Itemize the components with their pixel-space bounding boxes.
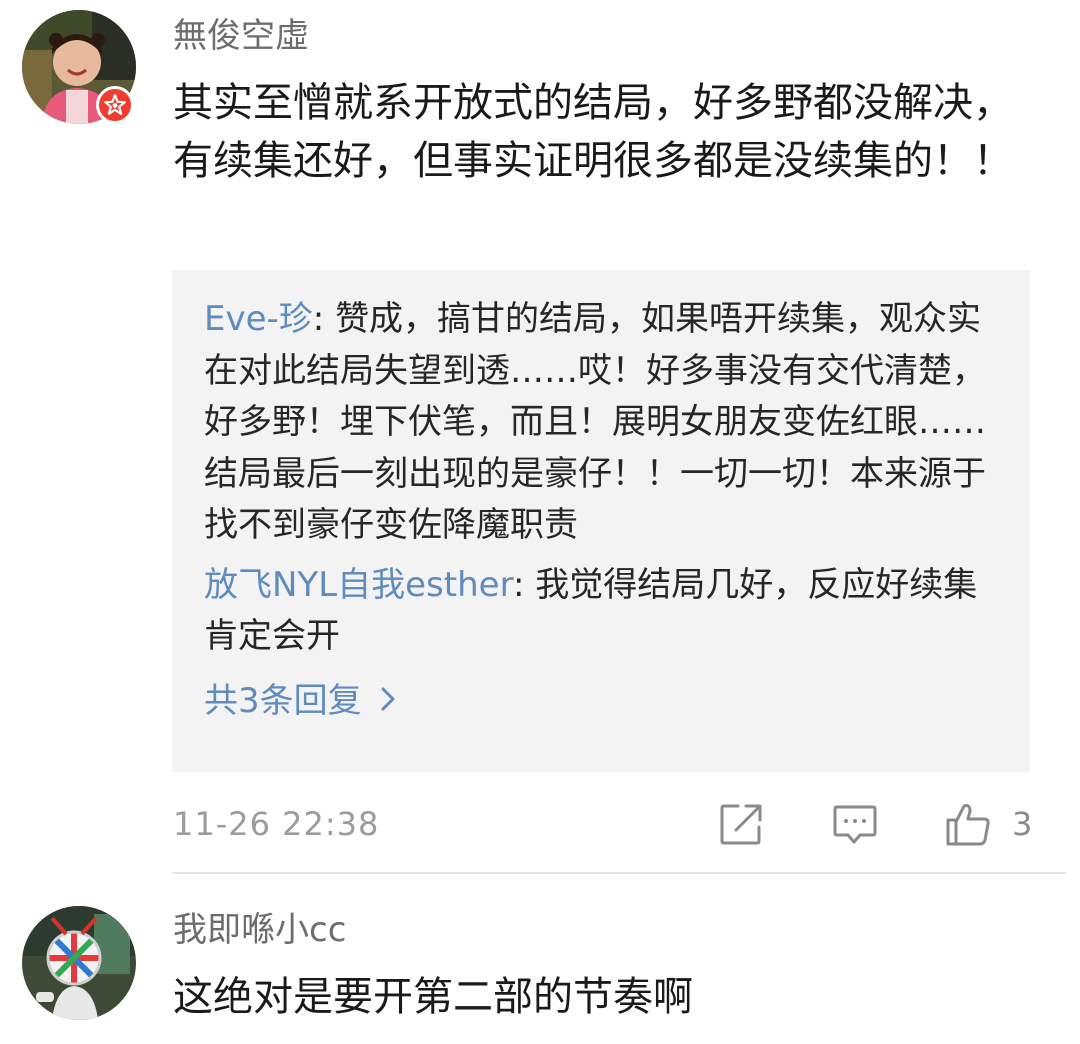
avatar-image: [22, 906, 136, 1020]
comment-text: 其实至憎就系开放式的结局，好多野都没解决，有续集还好，但事实证明很多都是没续集的…: [173, 80, 1013, 184]
share-icon: [720, 804, 762, 845]
vip-badge: [96, 86, 134, 124]
comment-item: 無俊空虛 其实至憎就系开放式的结局，好多野都没解决，有续集还好，但事实证明很多都…: [0, 0, 1080, 874]
reply-box[interactable]: Eve-珍: 赞成，搞甘的结局，如果唔开续集，观众实在对此结局失望到透……哎！好…: [172, 270, 1030, 772]
reply-separator: :: [312, 299, 336, 339]
comment-item: 我即喺小cc 这绝对是要开第二部的节奏啊: [0, 876, 1080, 1044]
reply-author[interactable]: 放飞NYL自我esther: [204, 565, 513, 605]
comment-button[interactable]: [832, 800, 878, 848]
comment-icon: [833, 805, 877, 844]
thumbs-up-icon: [946, 804, 990, 846]
reply-item: Eve-珍: 赞成，搞甘的结局，如果唔开续集，观众实在对此结局失望到透……哎！好…: [204, 294, 1002, 552]
like-button[interactable]: 3: [944, 800, 1032, 848]
vip-star-icon: [104, 93, 126, 115]
reply-author[interactable]: Eve-珍: [204, 299, 313, 339]
reply-separator: :: [512, 564, 536, 605]
view-all-replies-link[interactable]: 共3条回复: [204, 675, 396, 727]
comment-text: 这绝对是要开第二部的节奏啊: [173, 974, 693, 1020]
username[interactable]: 無俊空虛: [173, 14, 309, 58]
reply-item: 放飞NYL自我esther: 我觉得结局几好，反应好续集肯定会开: [204, 560, 1002, 663]
divider: [172, 872, 1066, 874]
share-button[interactable]: [718, 800, 764, 848]
chevron-right-icon: [380, 675, 396, 727]
username[interactable]: 我即喺小cc: [173, 908, 346, 952]
more-replies-label: 共3条回复: [204, 680, 362, 721]
timestamp: 11-26 22:38: [173, 805, 380, 843]
avatar[interactable]: [22, 906, 136, 1020]
like-count: 3: [1012, 805, 1033, 843]
